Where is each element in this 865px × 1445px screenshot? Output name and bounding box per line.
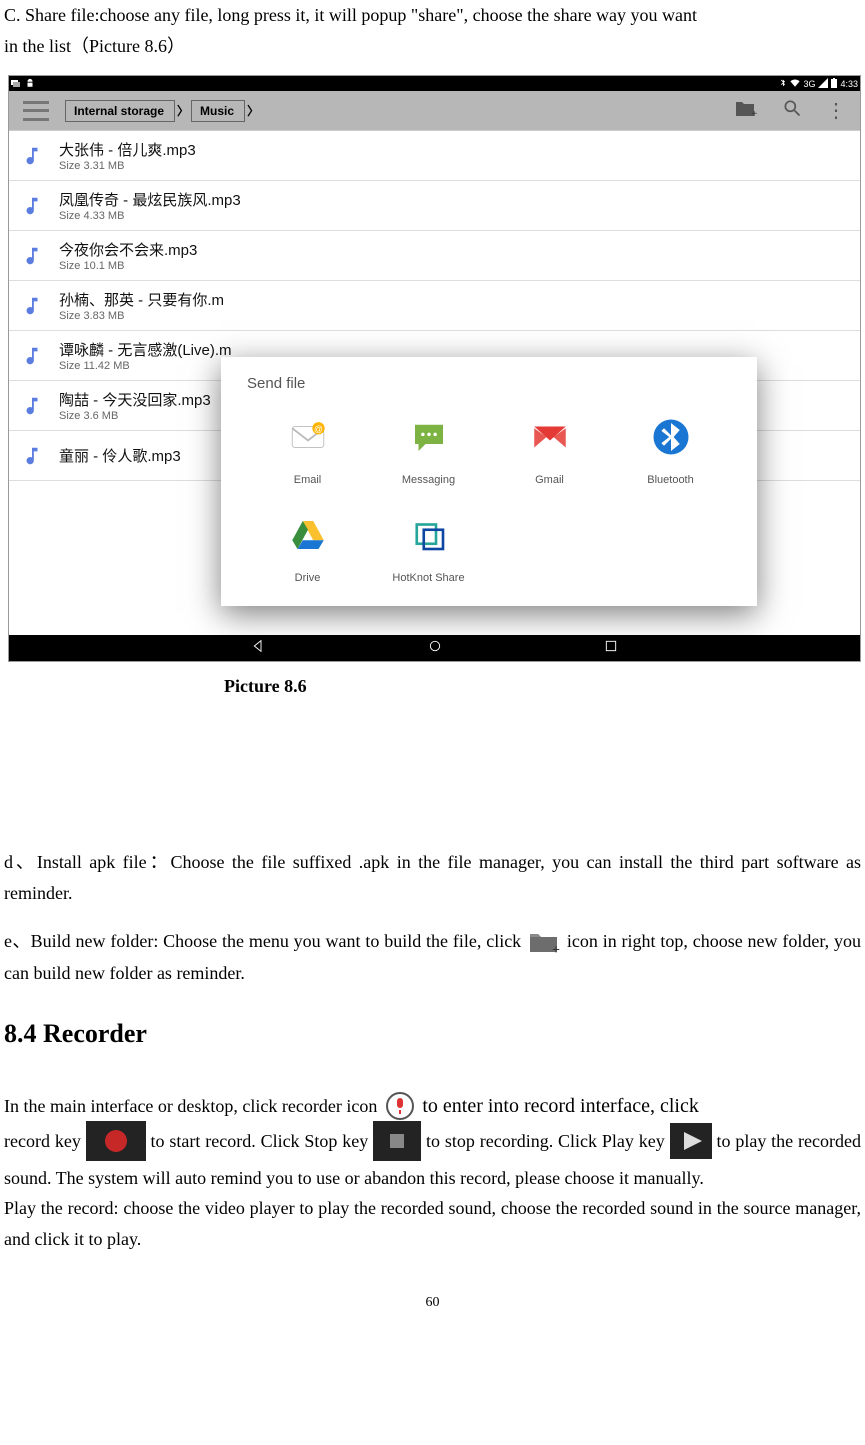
share-option[interactable]: Gmail [489, 416, 610, 486]
hamburger-icon[interactable] [23, 101, 49, 121]
file-row[interactable]: 今夜你会不会来.mp3 Size 10.1 MB [9, 231, 860, 281]
share-option-label: Messaging [402, 474, 455, 486]
file-size: Size 11.42 MB [59, 360, 232, 372]
file-name: 凤凰传奇 - 最炫民族风.mp3 [59, 189, 241, 210]
paragraph-text: C. Share file:choose any file, long pres… [4, 0, 861, 31]
file-name: 童丽 - 伶人歌.mp3 [59, 445, 181, 466]
file-list: 大张伟 - 倍儿爽.mp3 Size 3.31 MB 凤凰传奇 - 最炫民族风.… [9, 131, 860, 635]
file-name: 陶喆 - 今天没回家.mp3 [59, 389, 211, 410]
file-name: 大张伟 - 倍儿爽.mp3 [59, 139, 196, 160]
file-size: Size 4.33 MB [59, 210, 241, 222]
paragraph-text: in the list（Picture 8.6） [4, 31, 861, 62]
android-nav-bar [9, 635, 860, 661]
file-name: 谭咏麟 - 无言感激(Live).m [59, 339, 232, 360]
android-status-icon [25, 78, 35, 90]
share-option-icon [529, 416, 571, 458]
svg-text:+: + [751, 108, 757, 118]
share-option-label: HotKnot Share [392, 572, 464, 584]
home-icon[interactable] [427, 638, 443, 659]
kebab-menu-icon[interactable]: ⋮ [826, 98, 846, 123]
share-dialog: Send file @ Email Messaging Gmail Blueto… [221, 357, 757, 606]
play-record-paragraph: Play the record: choose the video player… [4, 1193, 861, 1254]
share-option-icon [408, 416, 450, 458]
bluetooth-icon [779, 78, 787, 90]
share-option[interactable]: @ Email [247, 416, 368, 486]
share-option[interactable]: Drive [247, 514, 368, 584]
status-bar: 3G 4:33 [9, 76, 860, 91]
file-size: Size 3.6 MB [59, 410, 211, 422]
file-row[interactable]: 凤凰传奇 - 最炫民族风.mp3 Size 4.33 MB [9, 181, 860, 231]
file-name: 今夜你会不会来.mp3 [59, 239, 197, 260]
share-option-label: Drive [295, 572, 321, 584]
file-size: Size 10.1 MB [59, 260, 197, 272]
overview-icon[interactable] [603, 638, 619, 659]
file-row[interactable]: 大张伟 - 倍儿爽.mp3 Size 3.31 MB [9, 131, 860, 181]
wifi-icon [790, 78, 800, 90]
breadcrumb: Internal storage 〉 Music 〉 [65, 100, 259, 122]
music-file-icon [21, 195, 43, 217]
new-folder-icon[interactable]: + [734, 98, 758, 124]
svg-text:@: @ [314, 424, 323, 434]
share-option-icon [408, 514, 450, 556]
file-name: 孙楠、那英 - 只要有你.m [59, 289, 224, 310]
share-option-icon [287, 514, 329, 556]
file-row[interactable]: 孙楠、那英 - 只要有你.m Size 3.83 MB [9, 281, 860, 331]
share-option[interactable]: Bluetooth [610, 416, 731, 486]
play-button-icon [670, 1123, 712, 1159]
breadcrumb-item[interactable]: Music [191, 100, 245, 122]
share-option[interactable]: HotKnot Share [368, 514, 489, 584]
battery-icon [831, 78, 837, 90]
share-option-label: Gmail [535, 474, 564, 486]
share-option-label: Bluetooth [647, 474, 693, 486]
dialog-title: Send file [247, 375, 731, 392]
stop-button-icon [373, 1121, 421, 1161]
screenshot-figure: 3G 4:33 Internal storage 〉 Music 〉 + [8, 75, 861, 662]
recorder-app-icon [382, 1091, 418, 1121]
music-file-icon [21, 345, 43, 367]
page-number: 60 [4, 1295, 861, 1311]
music-file-icon [21, 395, 43, 417]
music-file-icon [21, 245, 43, 267]
search-icon[interactable] [782, 98, 802, 123]
folder-plus-icon: + [526, 926, 562, 956]
svg-text:+: + [552, 943, 560, 956]
music-file-icon [21, 295, 43, 317]
paragraph-e: e、Build new folder: Choose the menu you … [4, 926, 861, 988]
app-header: Internal storage 〉 Music 〉 + ⋮ [9, 91, 860, 131]
share-option-label: Email [294, 474, 322, 486]
gallery-status-icon [11, 78, 21, 90]
share-option-icon [650, 416, 692, 458]
breadcrumb-item[interactable]: Internal storage [65, 100, 175, 122]
signal-icon [818, 78, 828, 90]
figure-caption: Picture 8.6 [4, 676, 861, 697]
recorder-paragraph: In the main interface or desktop, click … [4, 1089, 861, 1194]
share-option[interactable]: Messaging [368, 416, 489, 486]
share-option-icon: @ [287, 416, 329, 458]
record-button-icon [86, 1121, 146, 1161]
music-file-icon [21, 145, 43, 167]
paragraph-d: d、Install apk file：Choose the file suffi… [4, 847, 861, 908]
clock: 4:33 [840, 79, 858, 89]
back-icon[interactable] [251, 638, 267, 659]
music-file-icon [21, 445, 43, 467]
file-size: Size 3.31 MB [59, 160, 196, 172]
section-heading: 8.4 Recorder [4, 1019, 861, 1049]
signal-badge: 3G [803, 79, 815, 89]
file-size: Size 3.83 MB [59, 310, 224, 322]
